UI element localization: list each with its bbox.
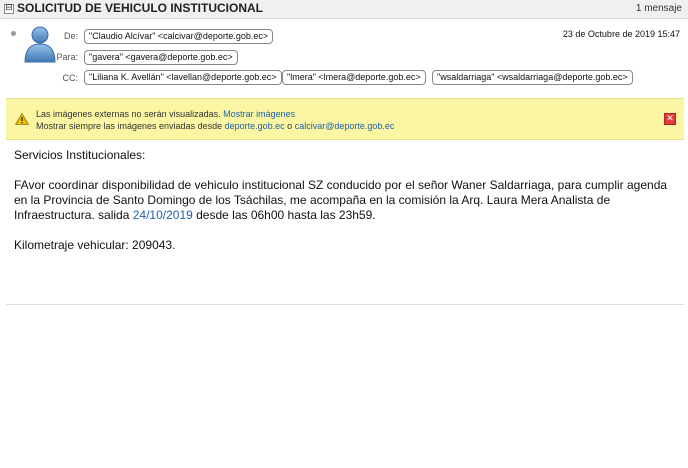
warning-icon [15, 113, 29, 125]
collapse-icon[interactable]: ⊟ [4, 4, 14, 14]
message-count: 1 mensaje [635, 3, 682, 14]
cc-label: CC: [62, 73, 79, 83]
notice-text: Las imágenes externas no serán visualiza… [36, 109, 221, 119]
body-greeting: Servicios Institucionales: [14, 148, 146, 162]
cc-address-chip[interactable]: "wsaldarriaga" <wsaldarriaga@deporte.gob… [432, 70, 633, 85]
external-images-notice: Las imágenes externas no serán visualiza… [6, 98, 684, 140]
always-show-domain-link[interactable]: deporte.gob.ec [225, 121, 285, 131]
show-images-link[interactable]: Mostrar imágenes [223, 109, 295, 119]
message-date: 23 de Octubre de 2019 15:47 [562, 29, 680, 39]
conversation-header: ⊟ SOLICITUD DE VEHICULO INSTITUCIONAL 1 … [0, 0, 688, 19]
to-address-chip[interactable]: "gavera" <gavera@deporte.gob.ec> [84, 50, 238, 65]
notice-text: Mostrar siempre las imágenes enviadas de… [36, 121, 223, 131]
cc-address-chip[interactable]: "Liliana K. Avellán" <lavellan@deporte.g… [84, 70, 282, 85]
unread-dot-icon [11, 31, 16, 36]
subject-title: SOLICITUD DE VEHICULO INSTITUCIONAL [17, 1, 263, 15]
cc-address-chip[interactable]: "lmera" <lmera@deporte.gob.ec> [282, 70, 426, 85]
close-notice-icon[interactable]: ✕ [664, 113, 676, 125]
message-divider [6, 304, 684, 305]
from-label: De: [63, 31, 78, 41]
body-text: desde las 06h00 hasta las 23h59. [192, 208, 376, 222]
body-paragraph: FAvor coordinar disponibilidad de vehicu… [14, 178, 682, 223]
notice-line-1: Las imágenes externas no serán visualiza… [36, 109, 295, 119]
date-link[interactable]: 24/10/2019 [133, 208, 193, 222]
body-mileage: Kilometraje vehicular: 209043. [14, 238, 176, 252]
notice-line-2: Mostrar siempre las imágenes enviadas de… [36, 121, 394, 131]
message-body: Servicios Institucionales: FAvor coordin… [14, 148, 682, 253]
always-show-sender-link[interactable]: calcivar@deporte.gob.ec [295, 121, 395, 131]
from-address-chip[interactable]: "Claudio Alcívar" <calcivar@deporte.gob.… [84, 29, 274, 44]
to-label: Para: [56, 52, 78, 62]
notice-or-text: o [287, 121, 293, 131]
